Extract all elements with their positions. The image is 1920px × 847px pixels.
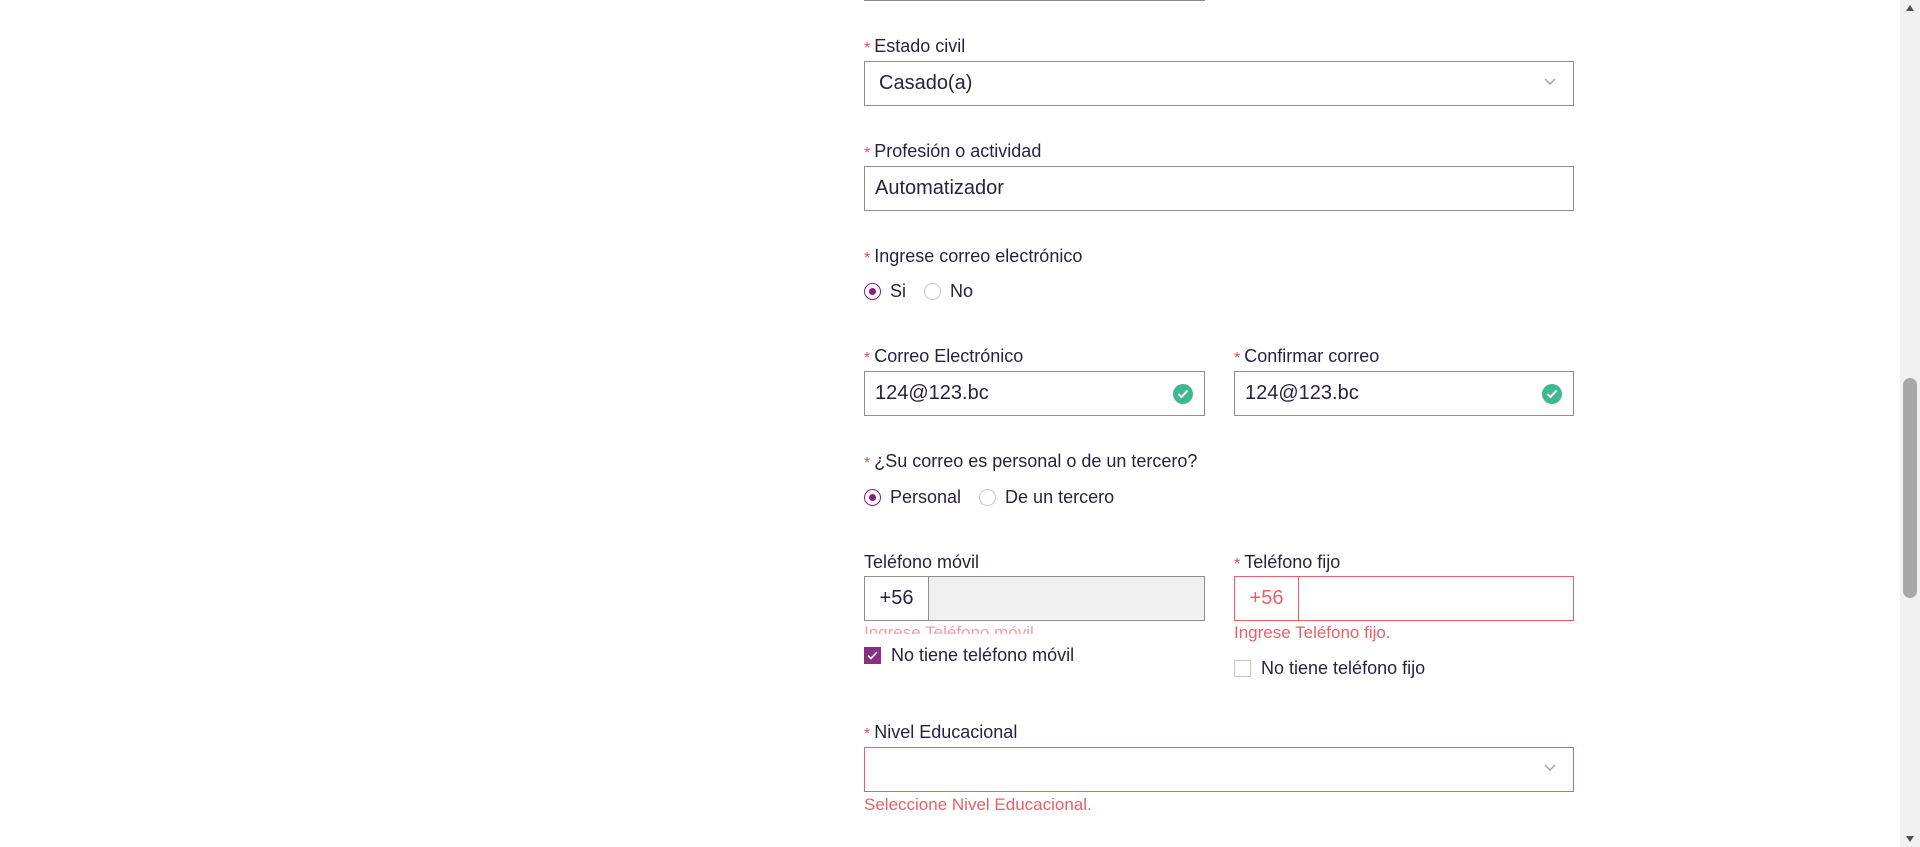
required-asterisk: * [1234, 556, 1241, 573]
nivel-educacional-label: * Nivel Educacional [864, 722, 1017, 743]
required-asterisk: * [864, 350, 871, 367]
radio-personal-label: Personal [890, 487, 962, 507]
telefono-fijo-label-text: Teléfono fijo [1244, 552, 1341, 572]
required-asterisk: * [864, 40, 871, 57]
required-asterisk: * [864, 726, 871, 743]
confirmar-correo-label-text: Confirmar correo [1244, 346, 1380, 366]
arrow-up-icon[interactable] [1904, 2, 1916, 14]
check-circle-icon [1542, 384, 1562, 404]
ingrese-correo-radio-group: Si No [864, 281, 991, 302]
required-asterisk: * [1234, 350, 1241, 367]
telefono-fijo-error: Ingrese Teléfono fijo. [1234, 623, 1391, 642]
check-circle-icon [1173, 384, 1193, 404]
radio-no-control[interactable] [924, 283, 942, 300]
estado-civil-label-text: Estado civil [874, 36, 966, 56]
profesion-value: Automatizador [875, 177, 1004, 199]
radio-no[interactable]: No [924, 281, 973, 302]
profesion-input[interactable]: Automatizador [864, 166, 1574, 211]
no-fijo-checkbox[interactable] [1234, 660, 1251, 677]
radio-tercero-label: De un tercero [1005, 487, 1115, 507]
tipo-correo-label-text: ¿Su correo es personal o de un tercero? [874, 451, 1198, 471]
telefono-movil-error: Ingrese Teléfono móvil. [864, 623, 1039, 634]
required-asterisk: * [864, 145, 871, 162]
confirmar-correo-value: 124@123.bc [1245, 382, 1359, 404]
page-scrollbar[interactable] [1900, 0, 1920, 847]
profesion-label-text: Profesión o actividad [874, 141, 1042, 161]
scrollbar-thumb[interactable] [1903, 378, 1917, 598]
telefono-movil-field: +56 [864, 576, 1205, 621]
radio-si[interactable]: Si [864, 281, 906, 302]
radio-no-label: No [950, 281, 974, 301]
arrow-down-icon[interactable] [1904, 833, 1916, 845]
previous-field-border [864, 0, 1205, 1]
tipo-correo-label: * ¿Su correo es personal o de un tercero? [864, 451, 1197, 472]
correo-label-text: Correo Electrónico [874, 346, 1024, 366]
estado-civil-select[interactable]: Casado(a) [864, 61, 1574, 106]
chevron-down-icon [1544, 78, 1556, 85]
no-fijo-checkbox-row[interactable]: No tiene teléfono fijo [1234, 658, 1425, 679]
radio-tercero-control[interactable] [979, 489, 997, 506]
nivel-educacional-label-text: Nivel Educacional [874, 722, 1018, 742]
correo-input[interactable]: 124@123.bc [864, 371, 1205, 416]
required-asterisk: * [864, 250, 871, 267]
telefono-fijo-prefix: +56 [1235, 577, 1299, 620]
required-asterisk: * [864, 455, 871, 472]
radio-personal-control[interactable] [864, 489, 881, 506]
radio-personal[interactable]: Personal [864, 487, 961, 508]
tipo-correo-radio-group: Personal De un tercero [864, 487, 1132, 508]
confirmar-correo-input[interactable]: 124@123.bc [1234, 371, 1574, 416]
chevron-down-icon [1544, 764, 1556, 771]
radio-si-control[interactable] [864, 283, 881, 300]
no-movil-checkbox[interactable] [864, 647, 881, 664]
estado-civil-value: Casado(a) [879, 72, 973, 94]
telefono-movil-prefix: +56 [865, 577, 929, 620]
ingrese-correo-label: * Ingrese correo electrónico [864, 246, 1082, 267]
telefono-fijo-field: +56 [1234, 576, 1574, 621]
telefono-movil-label-text: Teléfono móvil [864, 552, 980, 572]
telefono-movil-input [929, 577, 1204, 620]
telefono-movil-label: Teléfono móvil [864, 552, 979, 573]
radio-tercero[interactable]: De un tercero [979, 487, 1114, 508]
correo-label: * Correo Electrónico [864, 346, 1023, 367]
no-movil-checkbox-label: No tiene teléfono móvil [891, 645, 1075, 665]
telefono-fijo-input[interactable] [1299, 577, 1573, 620]
no-movil-checkbox-row[interactable]: No tiene teléfono móvil [864, 645, 1074, 666]
telefono-fijo-label: * Teléfono fijo [1234, 552, 1340, 573]
nivel-educacional-select[interactable] [864, 747, 1574, 792]
ingrese-correo-label-text: Ingrese correo electrónico [874, 246, 1083, 266]
nivel-educacional-error: Seleccione Nivel Educacional. [864, 795, 1092, 814]
correo-value: 124@123.bc [875, 382, 989, 404]
estado-civil-label: * Estado civil [864, 36, 965, 57]
confirmar-correo-label: * Confirmar correo [1234, 346, 1379, 367]
radio-si-label: Si [890, 281, 907, 301]
profesion-label: * Profesión o actividad [864, 141, 1041, 162]
no-fijo-checkbox-label: No tiene teléfono fijo [1261, 658, 1426, 678]
